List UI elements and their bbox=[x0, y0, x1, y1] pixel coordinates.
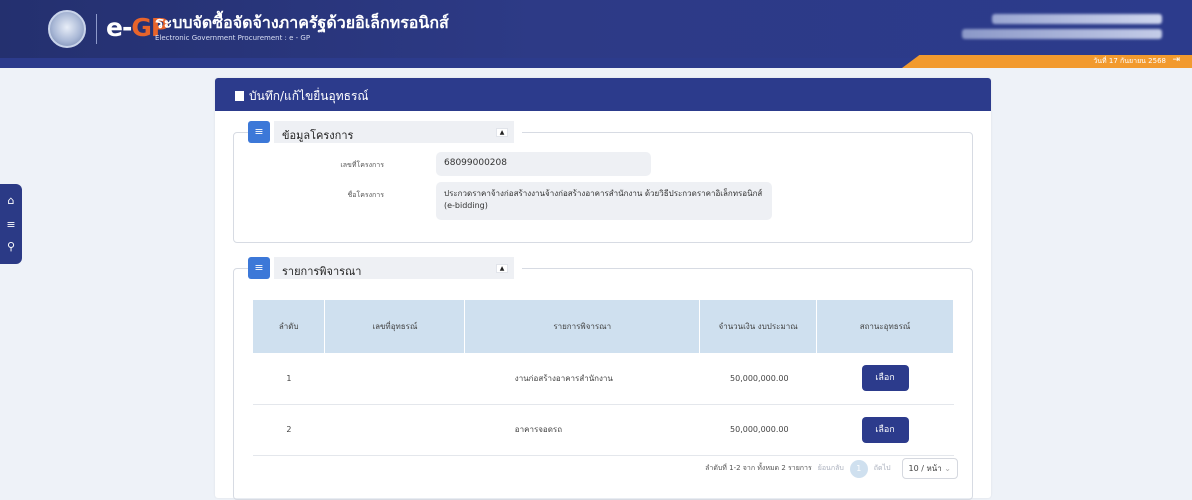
row-item: อาคารจอดรถ bbox=[464, 404, 700, 456]
project-info-section: ≡ ข้อมูลโครงการ ▲ เลขที่โครงการ 68099000… bbox=[233, 121, 973, 243]
project-name-field: ประกวดราคาจ้างก่อสร้างงานจ้างก่อสร้างอาค… bbox=[436, 182, 772, 220]
pagination: ลำดับที่ 1-2 จาก ทั้งหมด 2 รายการ ย้อนกล… bbox=[705, 458, 958, 479]
current-date: วันที่ 17 กันยายน 2568 bbox=[1093, 57, 1166, 65]
row-item: งานก่อสร้างอาคารสำนักงาน bbox=[464, 353, 700, 405]
col-no: ลำดับ bbox=[253, 300, 326, 353]
select-button[interactable]: เลือก bbox=[861, 416, 909, 443]
table-header-row: ลำดับ เลขที่อุทธรณ์ รายการพิจารณา จำนวนเ… bbox=[253, 300, 954, 353]
project-info-legend: ≡ ข้อมูลโครงการ ▲ bbox=[248, 121, 522, 143]
top-header: e-GP ระบบจัดซื้อจัดจ้างภาครัฐด้วยอิเล็กท… bbox=[0, 0, 1192, 58]
menu-icon[interactable]: ≡ bbox=[5, 218, 17, 231]
row-amount: 50,000,000.00 bbox=[699, 353, 817, 405]
logout-icon[interactable]: ⇥ bbox=[1172, 55, 1180, 65]
consider-list-title: รายการพิจารณา bbox=[282, 265, 362, 278]
consider-list-toggle[interactable]: รายการพิจารณา ▲ bbox=[274, 257, 514, 279]
row-status: เลือก bbox=[816, 353, 954, 405]
panel-header: บันทึก/แก้ไขยื่นอุทธรณ์ bbox=[215, 78, 991, 111]
header-divider bbox=[96, 14, 97, 44]
page-1-button[interactable]: 1 bbox=[849, 459, 868, 478]
consider-table: ลำดับ เลขที่อุทธรณ์ รายการพิจารณา จำนวนเ… bbox=[253, 300, 954, 456]
collapse-caret-icon[interactable]: ▲ bbox=[496, 264, 508, 273]
chevron-down-icon: ⌄ bbox=[944, 464, 951, 473]
side-navigation: ⌂ ≡ ⚲ bbox=[0, 184, 22, 264]
project-name-label: ชื่อโครงการ bbox=[347, 191, 384, 199]
government-emblem-icon bbox=[48, 10, 86, 48]
main-panel: บันทึก/แก้ไขยื่นอุทธรณ์ ≡ ข้อมูลโครงการ … bbox=[215, 78, 991, 500]
row-no: 1 bbox=[253, 353, 325, 405]
collapse-caret-icon[interactable]: ▲ bbox=[496, 128, 508, 137]
col-item: รายการพิจารณา bbox=[464, 300, 701, 353]
document-icon bbox=[235, 91, 244, 101]
list-icon: ≡ bbox=[248, 121, 270, 143]
prev-page-button[interactable]: ย้อนกลับ bbox=[818, 463, 844, 474]
row-appeal-no bbox=[324, 353, 465, 405]
user-agency-blurred bbox=[962, 29, 1162, 39]
system-subtitle: Electronic Government Procurement : e - … bbox=[155, 34, 311, 42]
system-title: ระบบจัดซื้อจัดจ้างภาครัฐด้วยอิเล็กทรอนิก… bbox=[155, 13, 449, 32]
row-appeal-no bbox=[324, 404, 465, 456]
col-status: สถานะอุทธรณ์ bbox=[816, 300, 954, 353]
select-button[interactable]: เลือก bbox=[861, 365, 909, 392]
page-size-value: 10 / หน้า bbox=[908, 464, 942, 473]
row-amount: 50,000,000.00 bbox=[699, 404, 817, 456]
panel-title: บันทึก/แก้ไขยื่นอุทธรณ์ bbox=[249, 89, 369, 103]
home-icon[interactable]: ⌂ bbox=[5, 194, 17, 207]
table-row: 2 อาคารจอดรถ 50,000,000.00 เลือก bbox=[253, 404, 954, 456]
col-amount: จำนวนเงิน งบประมาณ bbox=[699, 300, 818, 353]
project-info-title: ข้อมูลโครงการ bbox=[282, 129, 354, 142]
project-no-field: 68099000208 bbox=[436, 152, 651, 176]
page-size-select[interactable]: 10 / หน้า ⌄ bbox=[901, 458, 958, 479]
row-status: เลือก bbox=[816, 404, 954, 456]
user-info bbox=[962, 14, 1162, 44]
search-icon[interactable]: ⚲ bbox=[5, 240, 17, 253]
row-no: 2 bbox=[253, 404, 325, 456]
col-appeal-no: เลขที่อุทธรณ์ bbox=[324, 300, 466, 353]
next-page-button[interactable]: ถัดไป bbox=[874, 463, 891, 474]
project-info-toggle[interactable]: ข้อมูลโครงการ ▲ bbox=[274, 121, 514, 143]
pagination-summary: ลำดับที่ 1-2 จาก ทั้งหมด 2 รายการ bbox=[705, 464, 812, 472]
consider-list-legend: ≡ รายการพิจารณา ▲ bbox=[248, 257, 522, 279]
list-icon: ≡ bbox=[248, 257, 270, 279]
user-name-blurred bbox=[992, 14, 1162, 24]
table-row: 1 งานก่อสร้างอาคารสำนักงาน 50,000,000.00… bbox=[253, 353, 954, 405]
project-no-label: เลขที่โครงการ bbox=[340, 161, 384, 169]
